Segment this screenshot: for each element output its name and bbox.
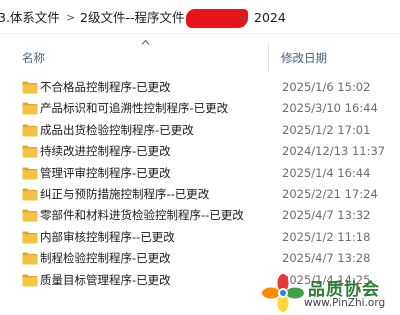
breadcrumb: 3.体系文件 > 2级文件--程序文件 > 2024 <box>0 0 400 34</box>
breadcrumb-item-level2-docs[interactable]: 2级文件--程序文件 <box>80 10 184 26</box>
folder-icon <box>22 81 38 94</box>
pinzhi-logo-icon <box>262 274 304 312</box>
file-name[interactable]: 管理评审控制程序-已更改 <box>40 166 171 181</box>
folder-icon <box>22 167 38 180</box>
file-name[interactable]: 质量目标管理程序-已更改 <box>40 273 171 288</box>
file-modified-date: 2025/4/7 13:28 <box>282 251 371 266</box>
file-modified-date: 2025/1/4 16:44 <box>282 165 371 180</box>
file-name[interactable]: 持续改进控制程序-已更改 <box>40 144 171 159</box>
file-modified-date: 2024/12/13 11:37 <box>282 144 386 159</box>
file-modified-date: 2025/1/6 15:02 <box>282 80 371 94</box>
folder-icon <box>22 252 38 265</box>
file-name[interactable]: 制程检验控制程序-已更改 <box>40 251 171 266</box>
breadcrumb-item-2024[interactable]: 2024 <box>254 10 286 26</box>
file-row[interactable]: 内部审核控制程序--已更改 2025/1/2 11:18 <box>0 227 400 248</box>
folder-icon <box>22 188 38 201</box>
folder-icon <box>22 124 38 137</box>
file-row[interactable]: 纠正与预防措施控制程序--已更改 2025/2/21 17:24 <box>0 184 400 205</box>
file-name[interactable]: 成品出货检验控制程序-已更改 <box>40 123 194 138</box>
watermark: 品质协会 www.PinZhi.org <box>262 271 400 315</box>
chevron-right-icon[interactable]: > <box>238 10 247 26</box>
file-modified-date: 2025/1/2 17:01 <box>282 122 371 137</box>
file-modified-date: 2025/4/7 13:32 <box>282 208 371 223</box>
file-row[interactable]: 制程检验控制程序-已更改 2025/4/7 13:28 <box>0 248 400 269</box>
file-row[interactable]: 不合格品控制程序-已更改 2025/1/6 15:02 <box>0 77 400 98</box>
sort-up-icon <box>141 39 150 45</box>
file-name[interactable]: 零部件和材料进货检验控制程序--已更改 <box>40 208 244 223</box>
file-modified-date: 2025/2/21 17:24 <box>282 187 378 201</box>
file-name[interactable]: 不合格品控制程序-已更改 <box>40 80 171 95</box>
file-row[interactable]: 成品出货检验控制程序-已更改 2025/1/2 17:01 <box>0 120 400 141</box>
file-name[interactable]: 产品标识和可追溯性控制程序-已更改 <box>40 101 228 116</box>
folder-icon <box>22 274 38 287</box>
file-row[interactable]: 零部件和材料进货检验控制程序--已更改 2025/4/7 13:32 <box>0 205 400 226</box>
folder-icon <box>22 145 38 158</box>
column-header-modified[interactable]: 修改日期 <box>281 51 327 65</box>
chevron-right-icon[interactable]: > <box>66 10 75 26</box>
file-name[interactable]: 纠正与预防措施控制程序--已更改 <box>40 187 209 202</box>
column-divider[interactable] <box>268 44 269 72</box>
file-name[interactable]: 内部审核控制程序--已更改 <box>40 230 175 245</box>
file-row[interactable]: 管理评审控制程序-已更改 2025/1/4 16:44 <box>0 163 400 184</box>
file-row[interactable]: 产品标识和可追溯性控制程序-已更改 2025/3/10 16:44 <box>0 98 400 119</box>
folder-icon <box>22 209 38 222</box>
folder-icon <box>22 102 38 115</box>
column-header-name[interactable]: 名称 <box>22 51 45 65</box>
folder-icon <box>22 231 38 244</box>
breadcrumb-item-system-docs[interactable]: 3.体系文件 <box>0 10 60 26</box>
file-modified-date: 2025/1/2 11:18 <box>282 229 371 244</box>
watermark-url: www.PinZhi.org <box>304 297 386 309</box>
file-modified-date: 2025/3/10 16:44 <box>282 101 378 116</box>
file-row[interactable]: 持续改进控制程序-已更改 2024/12/13 11:37 <box>0 141 400 162</box>
